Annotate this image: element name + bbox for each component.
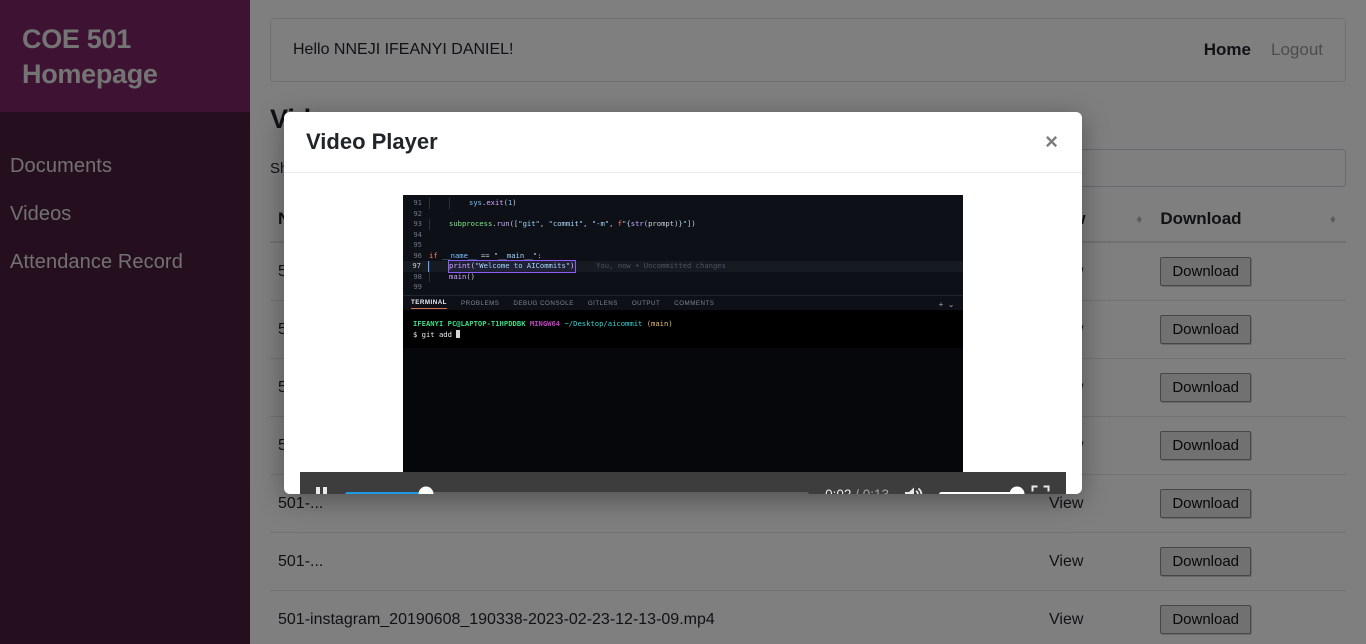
terminal-shell: MINGW64	[529, 318, 561, 328]
total-time: 0:13	[862, 486, 889, 495]
code-line: 93 subprocess. run(["git", "commit", "-m",…	[403, 219, 963, 230]
code-line-number: 92	[413, 208, 422, 218]
terminal-tab-debug-console[interactable]: DEBUG CONSOLE	[513, 300, 573, 309]
video-screencast-editor: 91 sys. exit(1) 92 93 subprocess. run(["git"…	[403, 195, 963, 295]
terminal-actions: + ⌄	[939, 300, 955, 309]
close-icon[interactable]: ×	[1043, 131, 1060, 153]
terminal-tab-output[interactable]: OUTPUT	[632, 300, 660, 309]
video-player-modal: Video Player × 91 sys. exit(1) 92 93 subpro…	[284, 112, 1082, 494]
code-line-number: 97	[403, 261, 429, 272]
current-time: 0:02	[825, 486, 852, 495]
code-line: 96 if __name__ == "__main__":	[403, 251, 963, 262]
modal-title: Video Player	[306, 129, 438, 154]
terminal-host: PC@LAPTOP-T1HPDDBK	[447, 318, 526, 328]
code-line-number: 99	[413, 282, 422, 291]
terminal-user: IFEANYI	[413, 318, 444, 328]
video-controls-bar: 0:02 / 0:13	[300, 472, 1066, 494]
terminal-output[interactable]: IFEANYI PC@LAPTOP-T1HPDDBK MINGW64 ~/Des…	[403, 309, 963, 348]
code-line-number: 91	[413, 198, 422, 207]
video-player[interactable]: 91 sys. exit(1) 92 93 subprocess. run(["git"…	[300, 195, 1066, 494]
terminal-cursor	[456, 329, 461, 338]
git-blame-annotation: You, now • Uncommitted changes	[596, 261, 726, 270]
add-terminal-icon[interactable]: +	[939, 300, 944, 309]
video-frame[interactable]: 91 sys. exit(1) 92 93 subprocess. run(["git"…	[403, 195, 963, 472]
code-line: 99	[403, 282, 963, 293]
modal-header: Video Player ×	[284, 112, 1082, 173]
terminal-tab-terminal[interactable]: TERMINAL	[411, 299, 447, 309]
modal-body: 91 sys. exit(1) 92 93 subprocess. run(["git"…	[284, 173, 1082, 494]
volume-fill	[939, 491, 1017, 494]
terminal-prompt-symbol: $	[413, 329, 418, 339]
pause-icon[interactable]	[314, 486, 329, 494]
seek-slider[interactable]	[345, 486, 810, 494]
time-display: 0:02 / 0:13	[825, 487, 889, 495]
terminal-tab-problems[interactable]: PROBLEMS	[461, 300, 499, 309]
terminal-tab-bar: TERMINAL PROBLEMS DEBUG CONSOLE GITLENS …	[403, 294, 963, 310]
volume-slider[interactable]	[939, 486, 1025, 494]
code-line: 95	[403, 240, 963, 251]
code-line-number: 95	[413, 240, 422, 249]
seek-slider-handle[interactable]	[418, 486, 434, 494]
code-line: 92	[403, 209, 963, 220]
code-line-number: 96	[413, 250, 422, 260]
volume-icon[interactable]	[901, 485, 927, 494]
code-line-current: 97 print("Welcome to AICommits") You, now…	[403, 260, 963, 273]
code-line: 91 sys. exit(1)	[403, 198, 963, 209]
volume-slider-handle[interactable]	[1009, 486, 1025, 494]
terminal-tab-comments[interactable]: COMMENTS	[674, 300, 714, 309]
terminal-tab-gitlens[interactable]: GITLENS	[588, 300, 618, 309]
time-separator: /	[855, 486, 859, 495]
code-line: 98 main()	[403, 271, 963, 282]
fullscreen-icon[interactable]	[1029, 485, 1052, 495]
seek-progress-fill	[345, 491, 427, 494]
code-line-number: 94	[413, 229, 422, 239]
terminal-path: ~/Desktop/aicommit	[564, 318, 643, 328]
chevron-down-icon[interactable]: ⌄	[948, 300, 955, 309]
terminal-branch: (main)	[646, 318, 673, 328]
terminal-command: git add	[421, 329, 452, 339]
code-line: 94	[403, 230, 963, 241]
code-line-number: 93	[413, 219, 422, 228]
code-line-number: 98	[413, 271, 422, 281]
